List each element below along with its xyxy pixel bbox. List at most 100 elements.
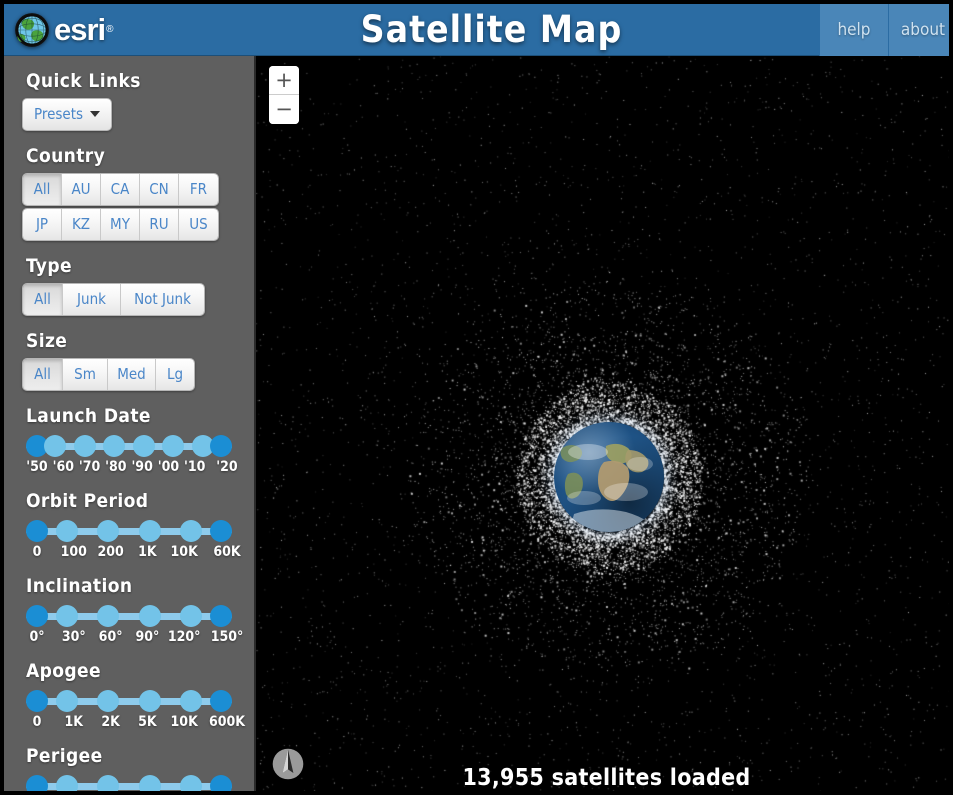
inclination-tick-1: 30° <box>61 629 86 645</box>
inclination-handle-1[interactable] <box>56 605 79 627</box>
chevron-down-icon <box>90 111 101 117</box>
launch-date-handle-2[interactable] <box>73 435 96 457</box>
country-section: Country All AU CA CN FR JP KZ MY RU US <box>22 145 254 241</box>
inclination-slider[interactable] <box>26 603 232 629</box>
apogee-tick-1: 1K <box>64 714 84 730</box>
country-btn-us[interactable]: US <box>179 209 218 240</box>
country-button-group-row1: All AU CA CN FR <box>22 173 219 206</box>
apogee-title: Apogee <box>26 660 102 682</box>
country-btn-ca[interactable]: CA <box>101 174 140 205</box>
quick-links-section: Quick Links Presets <box>22 70 254 131</box>
launch-date-tick-3: '80 <box>105 459 127 475</box>
inclination-tick-3: 90° <box>135 629 160 645</box>
inclination-tick-2: 60° <box>98 629 123 645</box>
type-btn-not-junk[interactable]: Not Junk <box>121 284 204 315</box>
inclination-tick-0: 0° <box>29 629 45 645</box>
esri-logo[interactable]: esri ® <box>4 4 184 55</box>
orbit-period-handle-5[interactable] <box>210 520 232 542</box>
size-btn-med[interactable]: Med <box>108 359 156 390</box>
zoom-out-button[interactable]: − <box>269 95 299 124</box>
range-filters: Launch Date '50'60'70'80'90'00'10 '20 Orbit… <box>22 405 254 791</box>
presets-label: Presets <box>34 105 84 123</box>
launch-date-tick-labels: '50'60'70'80'90'00'10 '20 <box>26 459 252 479</box>
help-button[interactable]: help <box>819 4 888 56</box>
launch-date-tick-1: '60 <box>52 459 74 475</box>
launch-date-slider[interactable] <box>26 433 232 459</box>
filter-sidebar: Quick Links Presets Country All AU CA CN… <box>4 56 256 791</box>
country-btn-kz[interactable]: KZ <box>62 209 101 240</box>
esri-trademark: ® <box>106 24 114 35</box>
size-btn-all[interactable]: All <box>23 359 63 390</box>
apogee-tick-3: 5K <box>138 714 157 730</box>
inclination-tick-4: 120° <box>167 629 201 645</box>
launch-date-handle-4[interactable] <box>132 435 155 457</box>
country-btn-ru[interactable]: RU <box>140 209 179 240</box>
perigee-slider[interactable] <box>26 773 232 791</box>
earth-continents <box>560 443 653 532</box>
perigee-handle-1[interactable] <box>56 775 79 791</box>
apogee-handle-2[interactable] <box>97 690 120 712</box>
launch-date-handle-1[interactable] <box>44 435 67 457</box>
orbit-period-handle-3[interactable] <box>138 520 161 542</box>
orbit-period-handle-1[interactable] <box>56 520 79 542</box>
inclination-tick-labels: 0° 30° 60° 90° 120° 150° <box>26 629 252 649</box>
country-btn-jp[interactable]: JP <box>23 209 62 240</box>
launch-date-handle-5[interactable] <box>162 435 185 457</box>
inclination-handle-2[interactable] <box>97 605 120 627</box>
inclination-handle-5[interactable] <box>210 605 232 627</box>
apogee-handle-5[interactable] <box>210 690 232 712</box>
size-section: Size All Sm Med Lg <box>22 330 254 391</box>
type-title: Type <box>26 255 72 277</box>
slider-section-orbit-period: Orbit Period 0 100 200 1K 10K 60K <box>22 490 254 564</box>
orbit-period-handle-4[interactable] <box>179 520 202 542</box>
apogee-slider[interactable] <box>26 688 232 714</box>
country-btn-fr[interactable]: FR <box>179 174 218 205</box>
orbit-period-handle-2[interactable] <box>97 520 120 542</box>
country-button-group-row2: JP KZ MY RU US <box>22 208 219 241</box>
map-canvas[interactable]: + − 13,955 satellites loaded <box>256 56 949 791</box>
about-button[interactable]: about <box>888 4 949 56</box>
orbit-period-handle-0[interactable] <box>26 520 48 542</box>
type-section: Type All Junk Not Junk <box>22 255 254 316</box>
size-btn-lg[interactable]: Lg <box>156 359 194 390</box>
orbit-period-tick-3: 1K <box>138 544 157 560</box>
apogee-handle-4[interactable] <box>179 690 202 712</box>
presets-dropdown[interactable]: Presets <box>22 98 113 131</box>
country-btn-all[interactable]: All <box>23 174 62 205</box>
type-btn-junk[interactable]: Junk <box>63 284 121 315</box>
globe-icon <box>15 12 49 47</box>
inclination-handle-3[interactable] <box>138 605 161 627</box>
launch-date-tick-6: '10 <box>184 459 206 475</box>
perigee-handle-4[interactable] <box>179 775 202 791</box>
launch-date-tick-5: '00 <box>157 459 180 475</box>
launch-date-handle-3[interactable] <box>103 435 126 457</box>
zoom-in-button[interactable]: + <box>269 66 299 95</box>
size-btn-sm[interactable]: Sm <box>63 359 108 390</box>
inclination-handle-4[interactable] <box>179 605 202 627</box>
apogee-handle-3[interactable] <box>138 690 161 712</box>
perigee-handle-0[interactable] <box>26 775 48 791</box>
perigee-handle-5[interactable] <box>210 775 232 791</box>
orbit-period-tick-0: 0 <box>32 544 42 560</box>
orbit-period-tick-labels: 0 100 200 1K 10K 60K <box>26 544 252 564</box>
orbit-period-tick-4: 10K <box>170 544 198 560</box>
apogee-tick-labels: 0 1K 2K 5K 10K 600K <box>26 714 252 734</box>
page-title: Satellite Map <box>360 8 623 51</box>
perigee-handle-3[interactable] <box>138 775 161 791</box>
slider-section-apogee: Apogee 0 1K 2K 5K 10K 600K <box>22 660 254 734</box>
slider-section-inclination: Inclination 0° 30° 60° 90° 120° 150° <box>22 575 254 649</box>
country-btn-my[interactable]: MY <box>101 209 140 240</box>
orbit-period-tick-1: 100 <box>60 544 87 560</box>
country-btn-cn[interactable]: CN <box>140 174 179 205</box>
apogee-handle-0[interactable] <box>26 690 48 712</box>
apogee-handle-1[interactable] <box>56 690 79 712</box>
perigee-title: Perigee <box>26 745 103 767</box>
orbit-period-tick-5: 60K <box>213 544 241 560</box>
perigee-handle-2[interactable] <box>97 775 120 791</box>
country-btn-au[interactable]: AU <box>62 174 101 205</box>
launch-date-tick-7: '20 <box>216 459 238 475</box>
type-btn-all[interactable]: All <box>23 284 63 315</box>
launch-date-handle-7[interactable] <box>210 435 232 457</box>
inclination-handle-0[interactable] <box>26 605 48 627</box>
orbit-period-slider[interactable] <box>26 518 232 544</box>
